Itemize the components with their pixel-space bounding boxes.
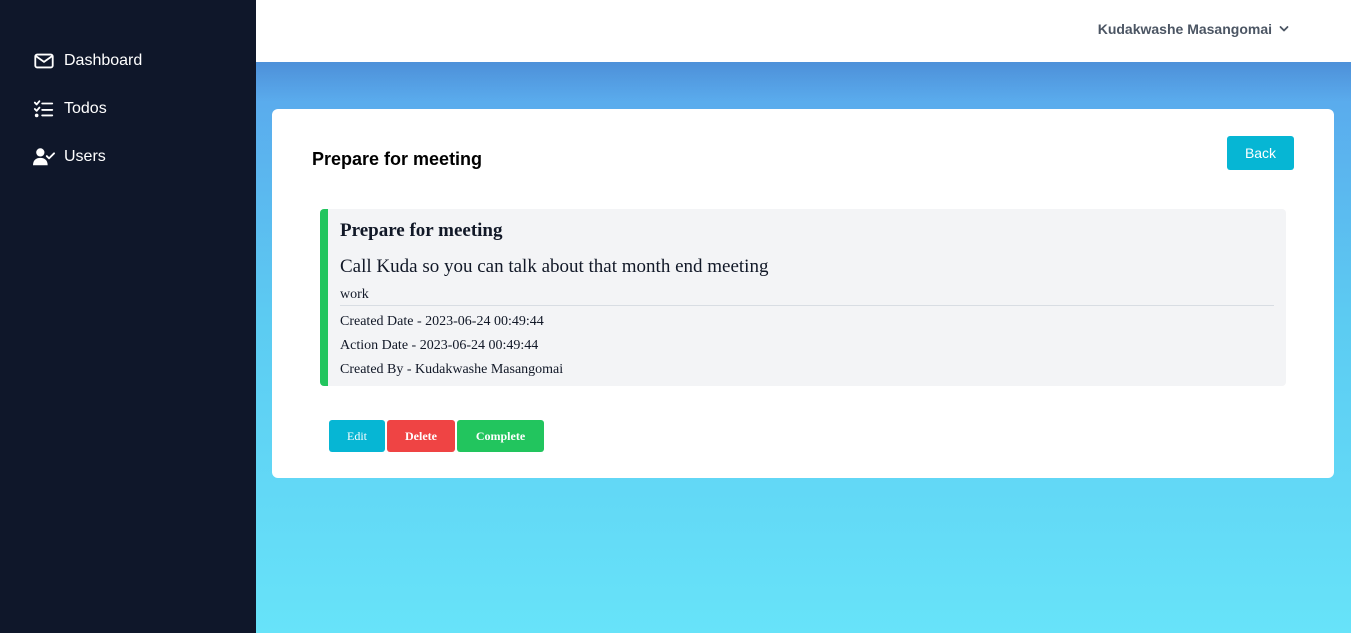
checklist-icon bbox=[32, 97, 56, 121]
back-button[interactable]: Back bbox=[1227, 136, 1294, 170]
created-by: Created By - Kudakwashe Masangomai bbox=[340, 362, 564, 377]
user-check-icon bbox=[32, 145, 56, 169]
todo-detail-card: Prepare for meeting Back Prepare for mee… bbox=[272, 109, 1334, 478]
todo-description: Call Kuda so you can talk about that mon… bbox=[340, 256, 769, 277]
sidebar-item-todos[interactable]: Todos bbox=[32, 97, 107, 121]
sidebar-item-users[interactable]: Users bbox=[32, 145, 106, 169]
sidebar-item-label: Users bbox=[64, 148, 106, 165]
action-date: Action Date - 2023-06-24 00:49:44 bbox=[340, 338, 539, 353]
page-title: Prepare for meeting bbox=[312, 149, 483, 169]
chevron-down-icon bbox=[1279, 25, 1289, 33]
user-name: Kudakwashe Masangomai bbox=[1097, 21, 1272, 37]
todo-category: work bbox=[340, 287, 369, 302]
sidebar-item-label: Todos bbox=[64, 100, 107, 117]
main-content: Prepare for meeting Back Prepare for mee… bbox=[256, 62, 1351, 633]
divider bbox=[340, 305, 1274, 306]
todo-actions: Edit Delete Complete bbox=[329, 420, 546, 452]
sidebar: Dashboard Todos Users bbox=[0, 0, 256, 633]
user-menu[interactable]: Kudakwashe Masangomai bbox=[1098, 21, 1289, 37]
sidebar-item-dashboard[interactable]: Dashboard bbox=[32, 49, 142, 73]
complete-button[interactable]: Complete bbox=[457, 420, 544, 452]
envelope-icon bbox=[32, 49, 56, 73]
edit-button[interactable]: Edit bbox=[329, 420, 385, 452]
delete-button[interactable]: Delete bbox=[387, 420, 455, 452]
todo-item: Prepare for meeting Call Kuda so you can… bbox=[320, 209, 1286, 386]
sidebar-item-label: Dashboard bbox=[64, 52, 143, 69]
created-date: Created Date - 2023-06-24 00:49:44 bbox=[340, 314, 544, 329]
todo-title: Prepare for meeting bbox=[340, 220, 503, 241]
top-bar: Kudakwashe Masangomai bbox=[256, 0, 1351, 62]
